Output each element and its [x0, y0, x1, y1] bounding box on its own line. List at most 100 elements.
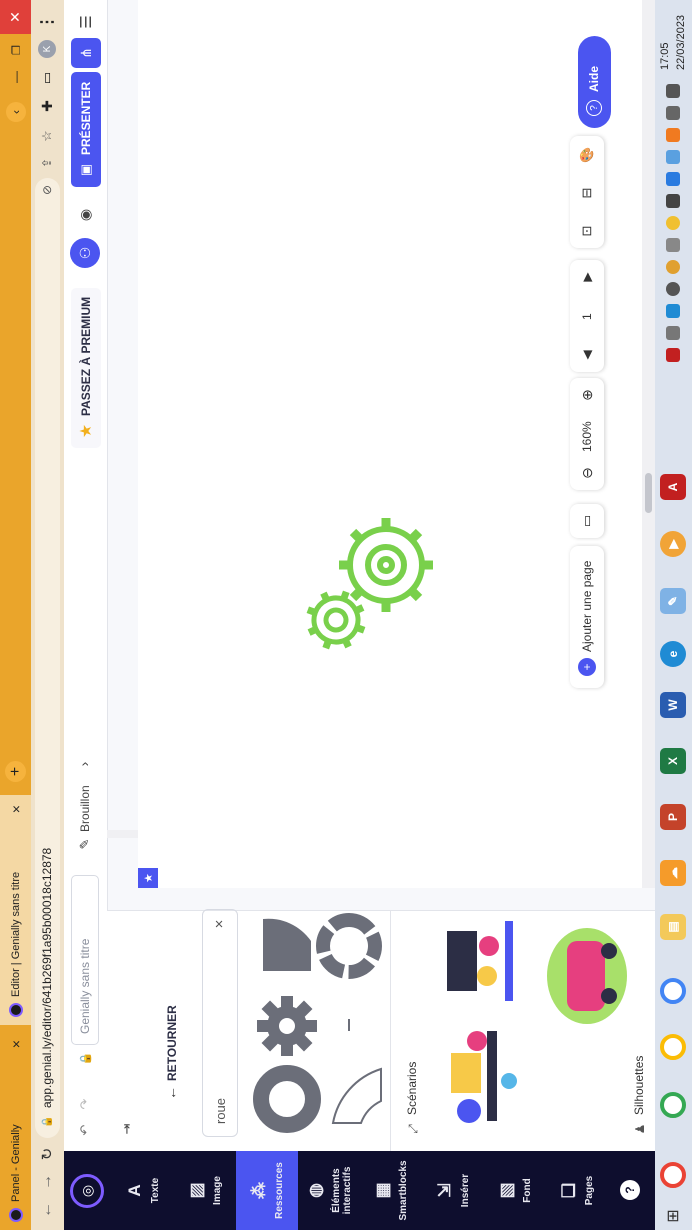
canvas-scrollbar-thumb[interactable]	[645, 473, 652, 513]
tray-storage-icon[interactable]	[666, 238, 680, 252]
previous-page-icon[interactable]: ◀	[578, 346, 596, 364]
chevron-right-icon[interactable]: ›	[76, 756, 92, 772]
back-arrow-icon[interactable]: ←	[37, 1200, 57, 1220]
sidebar-item-texte[interactable]: A Texte	[112, 1151, 174, 1230]
preview-eye-icon[interactable]: ◉	[77, 207, 93, 223]
back-arrow-icon[interactable]: ←	[163, 1085, 179, 1101]
clock-time[interactable]: 17:05	[659, 42, 671, 70]
collapse-panel-icon[interactable]: ⇥	[119, 1121, 135, 1137]
sidebar-item-fond[interactable]: ▧ Fond	[484, 1151, 546, 1230]
tab-search-chevron-icon[interactable]: ‹	[6, 102, 26, 122]
help-button[interactable]: ? Aide	[578, 36, 611, 128]
sidebar-item-elements-interactifs[interactable]: ◍ Éléments interactifs	[298, 1151, 360, 1230]
url-field[interactable]: 🔒 app.genial.ly/editor/641b269f1a95b0001…	[35, 178, 60, 1138]
next-page-icon[interactable]: ▶	[578, 268, 596, 286]
bookmark-star-icon[interactable]: ☆	[37, 126, 57, 146]
resource-search-input[interactable]: roue ×	[202, 909, 238, 1137]
sidebar-item-ressources[interactable]: ⁂ Ressources	[236, 1151, 298, 1230]
tray-monitor-icon[interactable]	[666, 84, 680, 98]
hamburger-menu-icon[interactable]: ☰	[76, 12, 96, 32]
quarter-wedge-shape[interactable]	[263, 918, 311, 971]
clock-date[interactable]: 22/03/2023	[675, 15, 687, 70]
back-link[interactable]: RETOURNER	[165, 1005, 179, 1081]
page-layout-button[interactable]: ▭	[570, 504, 604, 538]
editor-canvas[interactable]: ★ + Ajouter une page ▭ ⊖ 160% ⊕ ◀ 1 ▶ ⊡ …	[138, 0, 642, 888]
tab-panel-genially[interactable]: Panel - Genially ×	[0, 1030, 31, 1230]
tray-network-icon[interactable]	[666, 282, 680, 296]
close-window-icon[interactable]: ✕	[0, 0, 31, 34]
ring-shape[interactable]	[253, 1065, 321, 1133]
browser-menu-icon[interactable]: ⋮	[37, 12, 57, 32]
no-tracking-icon[interactable]: ⊘	[37, 180, 57, 200]
tray-meet-icon[interactable]	[666, 150, 680, 164]
tray-speaker-icon[interactable]	[666, 106, 680, 120]
draft-status[interactable]: Brouillon	[78, 785, 92, 832]
close-tab-icon[interactable]: ×	[8, 1040, 24, 1048]
acrobat-icon[interactable]: A	[660, 474, 686, 500]
gear-shape[interactable]	[257, 996, 317, 1056]
scenario-illustration-meeting[interactable]	[447, 921, 513, 1001]
safe-area-icon[interactable]: ⊡	[578, 222, 596, 240]
window-icon[interactable]: ▭	[37, 68, 57, 88]
tray-smiley-icon[interactable]	[666, 216, 680, 230]
new-tab-button[interactable]: +	[5, 761, 26, 782]
redo-icon[interactable]: ↷	[77, 1096, 93, 1112]
share-nodes-icon[interactable]: ⋔	[71, 38, 101, 68]
excel-icon[interactable]: X	[660, 748, 686, 774]
scenario-illustration-group[interactable]	[451, 1031, 517, 1123]
add-page-label: Ajouter une page	[580, 560, 594, 652]
powerpoint-icon[interactable]: P	[660, 804, 686, 830]
scenario-illustration-car[interactable]	[547, 928, 627, 1024]
reload-icon[interactable]: ↻	[37, 1144, 57, 1164]
sidebar-item-image[interactable]: ▨ Image	[174, 1151, 236, 1230]
premium-button[interactable]: ★ PASSEZ À PREMIUM	[71, 288, 101, 448]
chrome-profile-2-taskbar-icon[interactable]	[660, 1034, 686, 1060]
word-icon[interactable]: W	[660, 692, 686, 718]
clear-search-icon[interactable]: ×	[211, 916, 228, 932]
present-button[interactable]: ▣ PRÉSENTER	[71, 72, 101, 187]
add-page-button[interactable]: + Ajouter une page	[570, 546, 604, 688]
palette-icon[interactable]: 🎨	[578, 146, 596, 164]
minimize-icon[interactable]: —	[6, 67, 26, 87]
file-explorer-icon[interactable]: ▤	[660, 914, 686, 940]
extensions-icon[interactable]: ✚	[37, 96, 57, 116]
grid-icon[interactable]: ⊟	[578, 184, 596, 202]
tray-cloud-icon[interactable]	[666, 304, 680, 318]
segmented-ring-shape[interactable]	[316, 913, 382, 979]
windows-start-icon[interactable]: ⊞	[663, 1206, 683, 1226]
zoom-out-icon[interactable]: ⊖	[578, 464, 596, 482]
genially-logo-icon[interactable]: ◎	[70, 1174, 104, 1208]
forward-arrow-icon[interactable]: →	[37, 1172, 57, 1192]
sidebar-item-smartblocks[interactable]: ▦ Smartblocks	[360, 1151, 422, 1230]
tray-weather-icon[interactable]	[666, 260, 680, 274]
close-tab-icon[interactable]: ×	[8, 805, 24, 813]
arc-outline-shape[interactable]	[331, 1067, 382, 1124]
undo-icon[interactable]: ↶	[77, 1122, 93, 1138]
tab-editor-genially[interactable]: Editor | Genially sans titre ×	[0, 795, 31, 1025]
tray-vlc-icon[interactable]	[666, 128, 680, 142]
restore-icon[interactable]: ❐	[6, 40, 26, 60]
tray-pen-icon[interactable]	[666, 172, 680, 186]
profile-avatar[interactable]: K	[38, 40, 56, 58]
zoom-in-icon[interactable]: ⊕	[578, 386, 596, 404]
sidebar-item-pages[interactable]: ❏ Pages	[546, 1151, 608, 1230]
collaborators-icon[interactable]: ⚇	[70, 238, 100, 268]
gears-image[interactable]	[288, 488, 458, 658]
chrome-profile-taskbar-icon[interactable]	[660, 1092, 686, 1118]
canvas-pin-icon[interactable]: ★	[138, 868, 158, 888]
help-icon[interactable]: ?	[620, 1180, 640, 1200]
share-icon[interactable]: ⇪	[37, 153, 57, 173]
canvas-horizontal-scrollbar[interactable]	[642, 0, 655, 888]
chrome-profile-3-taskbar-icon[interactable]	[660, 978, 686, 1004]
sidebar-item-inserer[interactable]: ⇲ Insérer	[422, 1151, 484, 1230]
chrome-taskbar-icon[interactable]	[660, 1162, 686, 1188]
paint-icon[interactable]: ✎	[660, 588, 686, 614]
title-input[interactable]: Genially sans titre	[71, 875, 99, 1045]
wifi-icon[interactable]	[666, 326, 680, 340]
tray-app-icon[interactable]	[666, 348, 680, 362]
tray-video-icon[interactable]	[666, 194, 680, 208]
tab-label: Editor | Genially sans titre	[9, 871, 22, 997]
edge-icon[interactable]: e	[660, 641, 686, 667]
cloud-app-icon[interactable]: ☁	[660, 860, 686, 886]
media-app-icon[interactable]: ▶	[660, 531, 686, 557]
